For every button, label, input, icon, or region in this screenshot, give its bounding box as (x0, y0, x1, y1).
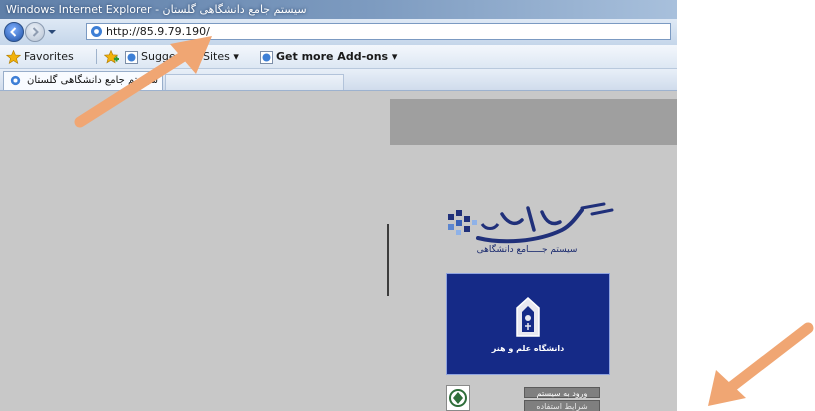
navigation-bar (0, 19, 677, 45)
emblem-icon (449, 389, 467, 407)
window-title: سیستم جامع دانشگاهی گلستان - Windows Int… (6, 3, 307, 16)
page-content: سیستم جـــــامع دانشگاهی دانشگاه علم و ه… (0, 91, 677, 411)
add-favorite-button[interactable] (104, 45, 123, 68)
address-bar[interactable] (86, 23, 671, 40)
back-arrow-icon (10, 27, 17, 37)
back-button[interactable] (4, 22, 24, 42)
university-name: دانشگاه علم و هنر (491, 344, 565, 353)
address-input[interactable] (106, 24, 666, 39)
page-icon (10, 75, 21, 86)
login-button[interactable]: ورود به سیستم (524, 387, 600, 398)
add-favorite-icon (104, 50, 119, 64)
get-addons-link[interactable]: Get more Add-ons ▾ (260, 45, 397, 68)
ie-page-icon (260, 50, 273, 64)
favorites-label: Favorites (24, 50, 74, 63)
emblem-badge (446, 385, 470, 411)
forward-button[interactable] (25, 22, 45, 42)
chevron-down-icon[interactable] (47, 27, 57, 37)
forward-arrow-icon (32, 27, 39, 37)
tab-golestan[interactable]: سیستم جامع دانشگاهی گلستان (3, 71, 163, 90)
suggested-sites-label: Suggested Sites ▾ (141, 50, 239, 63)
new-tab-button[interactable] (165, 74, 344, 90)
favorites-button[interactable]: Favorites (6, 45, 74, 68)
favorites-bar: Favorites Suggested Sites ▾ Get more Add… (0, 45, 677, 69)
annotation-arrow-down (708, 322, 814, 406)
university-panel: دانشگاه علم و هنر (446, 273, 610, 375)
tab-row: سیستم جامع دانشگاهی گلستان (0, 69, 677, 91)
tab-label: سیستم جامع دانشگاهی گلستان (27, 75, 158, 86)
golestan-subtitle: سیستم جـــــامع دانشگاهی (476, 245, 578, 255)
frame-splitter[interactable] (387, 224, 389, 296)
page-icon (91, 26, 102, 37)
university-logo-icon (516, 296, 540, 337)
header-band (390, 99, 677, 145)
title-bar: سیستم جامع دانشگاهی گلستان - Windows Int… (0, 0, 677, 19)
terms-link-button[interactable]: شرایط استفاده (524, 400, 600, 411)
browser-window: سیستم جامع دانشگاهی گلستان - Windows Int… (0, 0, 677, 411)
suggested-sites-link[interactable]: Suggested Sites ▾ (125, 45, 239, 68)
favorites-separator (96, 49, 97, 64)
ie-page-icon (125, 50, 138, 64)
get-addons-label: Get more Add-ons ▾ (276, 50, 398, 63)
favorites-star-icon (6, 50, 21, 64)
